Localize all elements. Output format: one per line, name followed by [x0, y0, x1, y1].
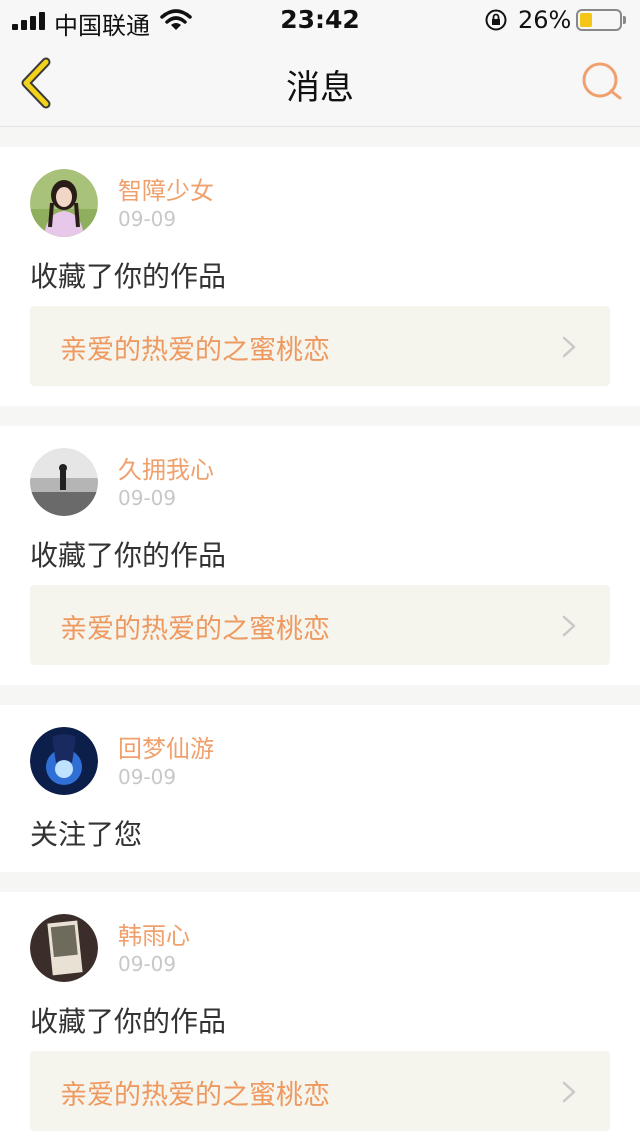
rotation-lock-icon [485, 9, 507, 31]
status-bar: 中国联通 23:42 26% [0, 0, 640, 40]
username[interactable]: 久拥我心 [118, 450, 214, 485]
message-item: 智障少女 09-09 收藏了你的作品 亲爱的热爱的之蜜桃恋 [0, 147, 640, 406]
message-list: 智障少女 09-09 收藏了你的作品 亲爱的热爱的之蜜桃恋 久拥我心 09-09… [0, 127, 640, 1139]
work-title: 亲爱的热爱的之蜜桃恋 [60, 335, 330, 366]
search-icon[interactable] [580, 60, 624, 104]
page-title: 消息 [286, 68, 354, 108]
chevron-right-icon [562, 336, 576, 358]
navigation-bar: 消息 [0, 40, 640, 127]
user-avatar[interactable] [30, 727, 98, 795]
message-item: 回梦仙游 09-09 关注了您 [0, 705, 640, 872]
username[interactable]: 韩雨心 [118, 916, 190, 951]
username[interactable]: 回梦仙游 [118, 729, 214, 764]
chevron-right-icon [562, 615, 576, 637]
message-date: 09-09 [118, 207, 177, 231]
user-avatar[interactable] [30, 448, 98, 516]
message-date: 09-09 [118, 765, 177, 789]
action-text: 收藏了你的作品 [30, 1005, 227, 1038]
user-avatar[interactable] [30, 914, 98, 982]
battery-icon [576, 9, 626, 31]
work-title: 亲爱的热爱的之蜜桃恋 [60, 1080, 330, 1111]
action-text: 收藏了你的作品 [30, 260, 227, 293]
message-date: 09-09 [118, 486, 177, 510]
action-text: 关注了您 [30, 818, 143, 851]
chevron-right-icon [562, 1081, 576, 1103]
username[interactable]: 智障少女 [118, 171, 214, 206]
message-item: 久拥我心 09-09 收藏了你的作品 亲爱的热爱的之蜜桃恋 [0, 426, 640, 685]
action-text: 收藏了你的作品 [30, 539, 227, 572]
work-link[interactable]: 亲爱的热爱的之蜜桃恋 [30, 1051, 610, 1131]
work-link[interactable]: 亲爱的热爱的之蜜桃恋 [30, 306, 610, 386]
work-title: 亲爱的热爱的之蜜桃恋 [60, 614, 330, 645]
user-avatar[interactable] [30, 169, 98, 237]
work-link[interactable]: 亲爱的热爱的之蜜桃恋 [30, 585, 610, 665]
message-item: 韩雨心 09-09 收藏了你的作品 亲爱的热爱的之蜜桃恋 [0, 892, 640, 1139]
message-date: 09-09 [118, 952, 177, 976]
battery-percentage: 26% [518, 6, 572, 34]
